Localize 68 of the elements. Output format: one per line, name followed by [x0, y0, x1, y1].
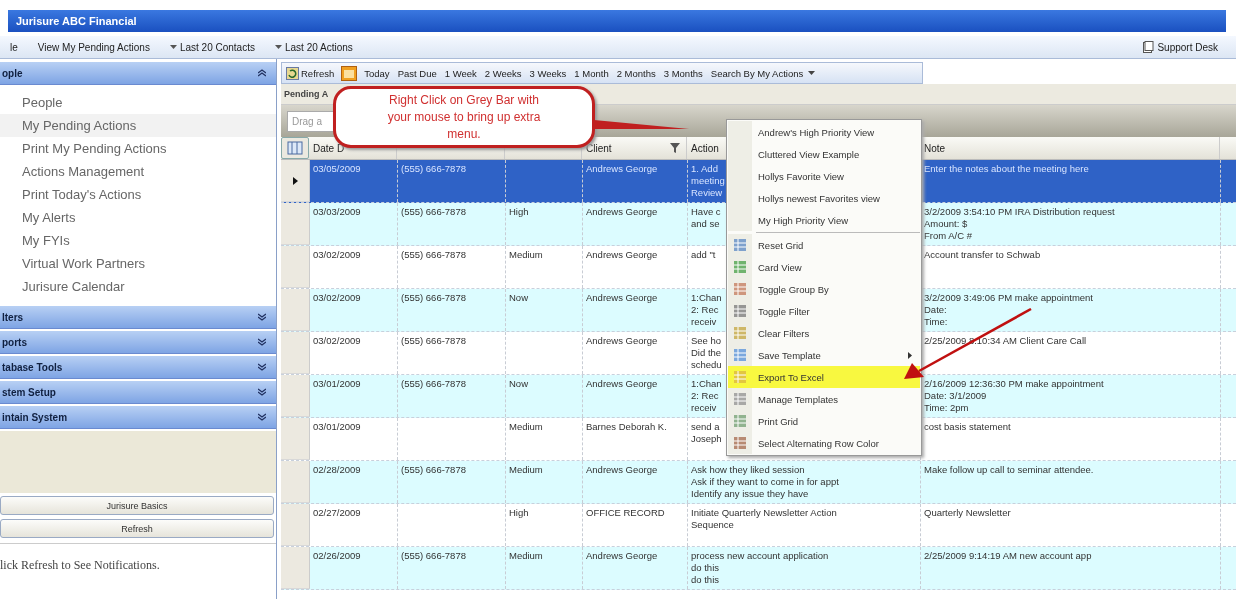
table-cell: (555) 666-7878	[401, 378, 466, 389]
table-cell: Andrews George	[586, 378, 658, 389]
table-cell: 03/01/2009	[313, 421, 361, 432]
table-cell: Now	[509, 292, 528, 303]
section-title: lters	[2, 311, 24, 323]
table-cell: Medium	[509, 249, 543, 260]
table-cell: (555) 666-7878	[401, 335, 466, 346]
table-cell: cost basis statement	[924, 421, 1011, 432]
table-cell: Andrews George	[586, 163, 658, 174]
table-cell: 03/02/2009	[313, 249, 361, 260]
table-cell: 03/05/2009	[313, 163, 361, 174]
table-cell: Andrews George	[586, 292, 658, 303]
panel-title: ople	[2, 67, 23, 79]
table-cell: Barnes Deborah K.	[586, 421, 667, 432]
table-cell: OFFICE RECORD	[586, 507, 665, 518]
table-cell: Andrews George	[586, 550, 658, 561]
table-cell: 1:Chan 2: Rec receiv	[691, 378, 722, 413]
notification-text: lick Refresh to See Notifications.	[0, 558, 160, 572]
table-cell: process new account application do this do this	[691, 550, 829, 585]
table-cell: Andrews George	[586, 464, 658, 475]
table-cell: Medium	[509, 464, 543, 475]
table-cell: Quarterly Newsletter	[924, 507, 1011, 518]
table-cell: (555) 666-7878	[401, 206, 466, 217]
table-cell: High	[509, 507, 529, 518]
table-cell: Andrews George	[586, 335, 658, 346]
section-title: tabase Tools	[2, 361, 63, 373]
section-title: intain System	[2, 411, 68, 423]
table-cell: 03/01/2009	[313, 378, 361, 389]
column-label: Action	[691, 142, 719, 154]
table-cell: Medium	[509, 550, 543, 561]
table-cell: (555) 666-7878	[401, 292, 466, 303]
table-cell: Now	[509, 378, 528, 389]
table-cell: 02/28/2009	[313, 464, 361, 475]
table-cell: (555) 666-7878	[401, 249, 466, 260]
table-cell: High	[509, 206, 529, 217]
table-cell: Ask how they liked session Ask if they want to come in for appt Identify any issue they have	[691, 464, 839, 499]
table-cell: 3/2/2009 3:49:06 PM make appointment Date: Time:	[924, 292, 1093, 327]
table-cell: add "t	[691, 249, 716, 260]
table-cell: Andrews George	[586, 249, 658, 260]
table-cell: 2/25/2009 9:14:19 AM new account app	[924, 550, 1092, 561]
table-cell: 3/2/2009 3:54:10 PM IRA Distribution request Amount: $ From A/C #	[924, 206, 1115, 241]
table-cell: 1. Add meeting Review	[691, 163, 725, 198]
table-cell: 03/02/2009	[313, 292, 361, 303]
table-cell: Account transfer to Schwab	[924, 249, 1041, 260]
table-cell: Make follow up call to seminar attendee.	[924, 464, 1094, 475]
table-cell: Have c and se	[691, 206, 721, 229]
section-title: ports	[2, 336, 27, 348]
table-cell: 03/02/2009	[313, 335, 361, 346]
table-cell: Initiate Quarterly Newsletter Action Sequence	[691, 507, 837, 530]
section-title: stem Setup	[2, 386, 56, 398]
column-label: Client	[586, 142, 612, 154]
table-cell: Andrews George	[586, 206, 658, 217]
column-label: Note	[924, 142, 946, 154]
table-cell: 03/03/2009	[313, 206, 361, 217]
table-cell: 02/27/2009	[313, 507, 361, 518]
table-cell: (555) 666-7878	[401, 550, 466, 561]
table-cell: Medium	[509, 421, 543, 432]
table-cell: See ho Did the schedu	[691, 335, 722, 370]
grid-title: Pending A	[284, 89, 329, 99]
column-label: Date D	[313, 142, 345, 154]
table-cell: (555) 666-7878	[401, 464, 466, 475]
table-cell: 1:Chan 2: Rec receiv	[691, 292, 722, 327]
table-cell: 2/16/2009 12:36:30 PM make appointment Date: 3/1/2009 Time: 2pm	[924, 378, 1104, 413]
table-cell: send a Joseph	[691, 421, 722, 444]
table-cell: (555) 666-7878	[401, 163, 466, 174]
window-title: Jurisure ABC Financial	[15, 15, 137, 27]
table-cell: 02/26/2009	[313, 550, 361, 561]
table-cell: Enter the notes about the meeting here	[924, 163, 1089, 174]
